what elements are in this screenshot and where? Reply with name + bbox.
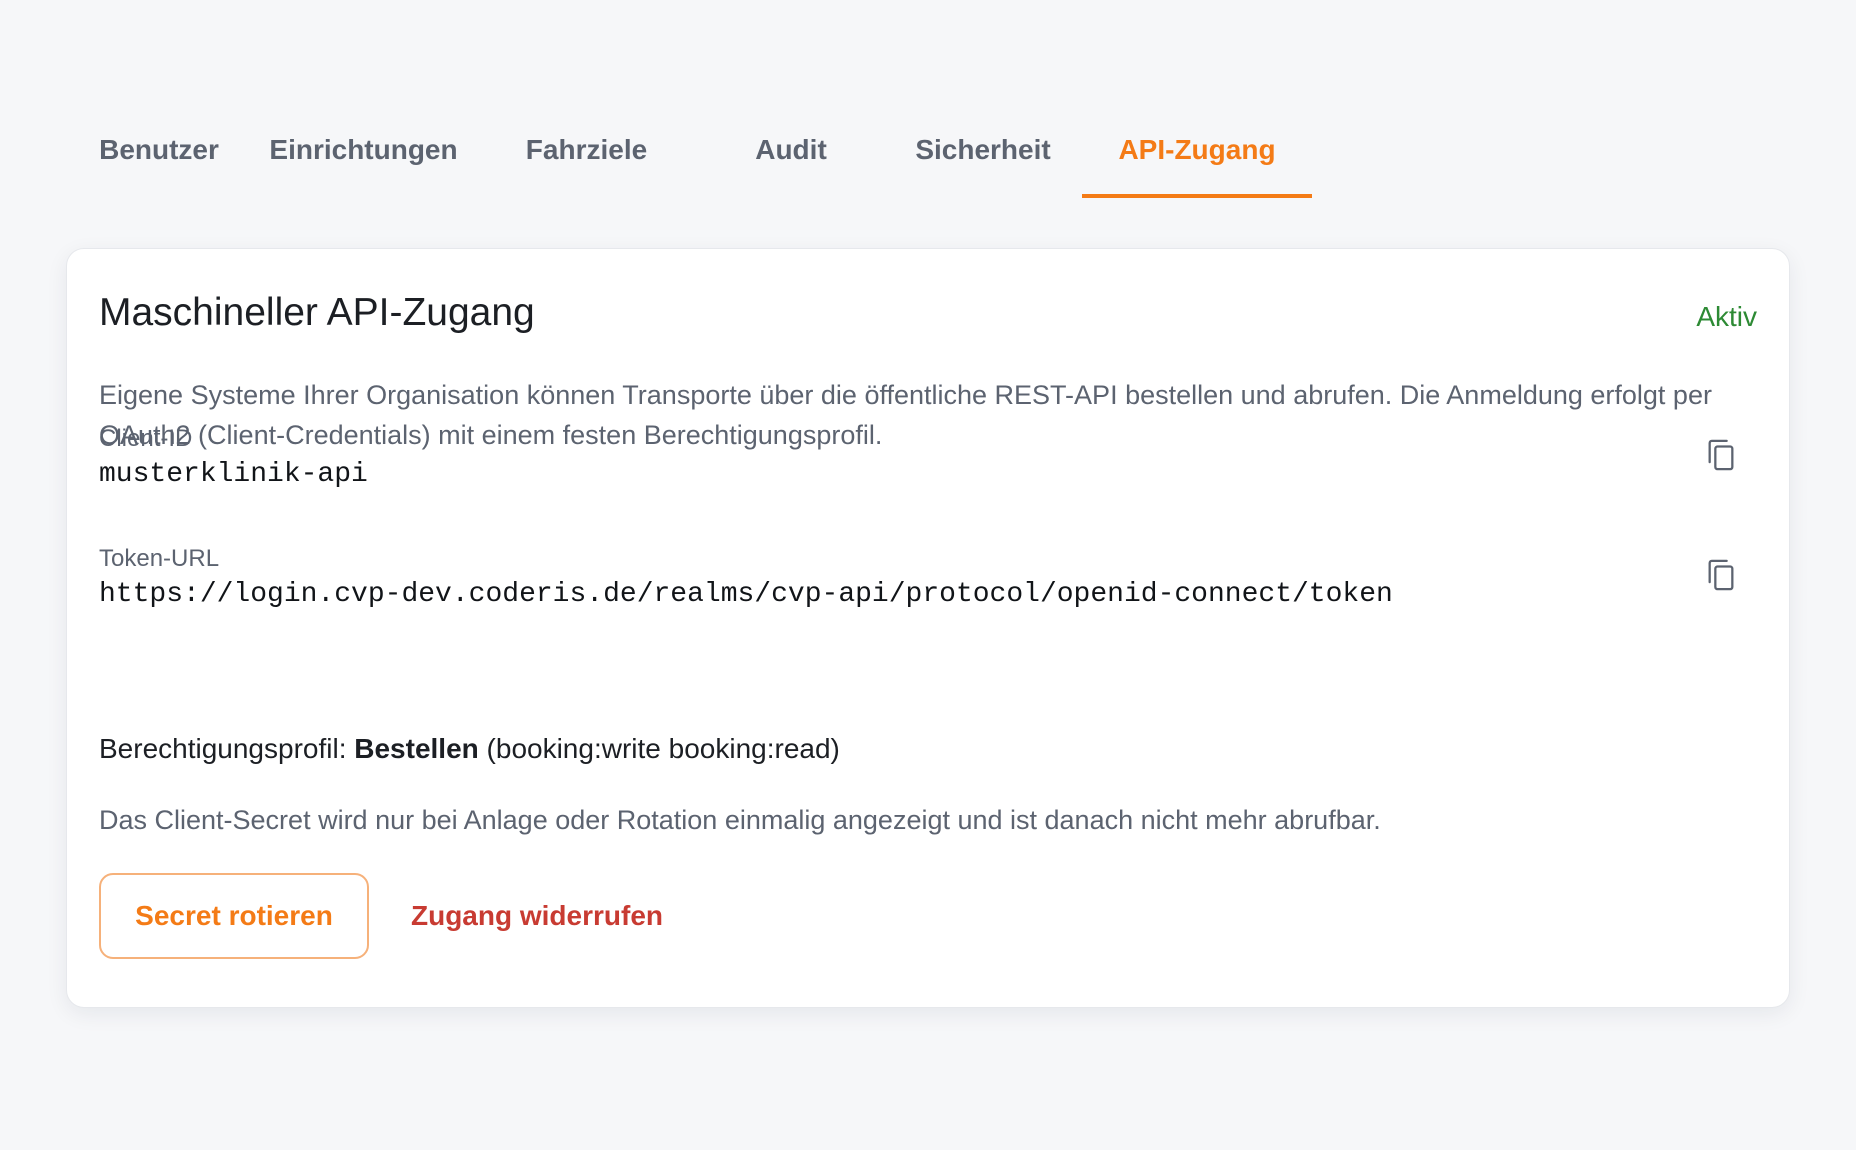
tab-einrichtungen[interactable]: Einrichtungen <box>252 110 475 198</box>
permission-profile-prefix: Berechtigungsprofil: <box>99 733 355 764</box>
copy-icon <box>1708 559 1734 591</box>
secret-note: Das Client-Secret wird nur bei Anlage od… <box>99 805 1381 835</box>
client-id-label: Client-ID <box>99 425 193 452</box>
permission-profile-name: Bestellen <box>354 733 479 764</box>
copy-client-id-button[interactable] <box>1701 435 1741 475</box>
tab-api-zugang[interactable]: API-Zugang <box>1082 110 1312 198</box>
api-access-card: Maschineller API-Zugang Aktiv Eigene Sys… <box>66 248 1790 1008</box>
settings-tabs: Benutzer Einrichtungen Fahrziele Audit S… <box>66 110 1312 198</box>
tab-sicherheit[interactable]: Sicherheit <box>884 110 1082 198</box>
permission-profile: Berechtigungsprofil: Bestellen (booking:… <box>99 733 840 765</box>
token-url-value: https://login.cvp-dev.coderis.de/realms/… <box>99 579 1393 610</box>
copy-icon <box>1708 439 1734 471</box>
copy-token-url-button[interactable] <box>1701 555 1741 595</box>
tab-fahrziele[interactable]: Fahrziele <box>475 110 698 198</box>
revoke-access-button[interactable]: Zugang widerrufen <box>403 873 671 959</box>
status-badge: Aktiv <box>1696 301 1757 332</box>
tab-audit[interactable]: Audit <box>698 110 884 198</box>
permission-profile-scopes: (booking:write booking:read) <box>478 733 840 764</box>
card-title: Maschineller API-Zugang <box>99 291 535 334</box>
api-description: Eigene Systeme Ihrer Organisation können… <box>99 380 1712 450</box>
client-id-value: musterklinik-api <box>99 459 368 490</box>
tab-benutzer[interactable]: Benutzer <box>66 110 252 198</box>
token-url-label: Token-URL <box>99 545 220 572</box>
rotate-secret-button[interactable]: Secret rotieren <box>99 873 369 959</box>
